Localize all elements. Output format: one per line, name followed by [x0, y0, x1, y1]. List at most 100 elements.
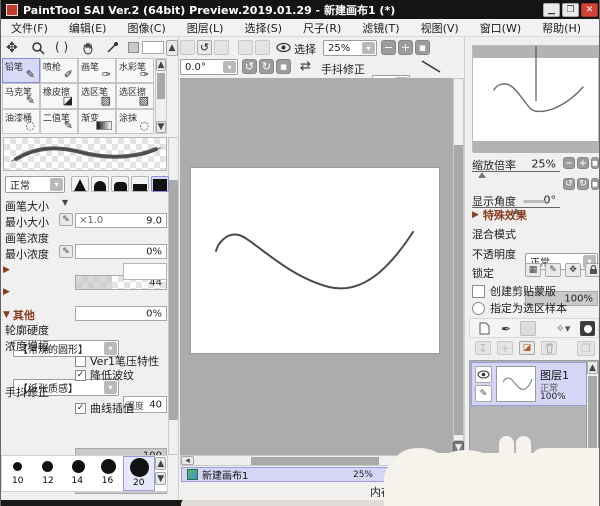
chevron-down-icon[interactable]: ▾ — [50, 178, 63, 191]
copy-layer-button[interactable]: ❐ — [577, 341, 595, 356]
menu-filter[interactable]: 滤镜(T) — [362, 20, 399, 36]
tool-search-field[interactable] — [142, 41, 164, 54]
nav-rotate-reset-button[interactable]: ■ — [591, 178, 599, 190]
tool-smudge[interactable]: 涂抹 ◌ — [116, 108, 154, 134]
grid-scroll-down-button[interactable]: ▼ — [156, 121, 166, 133]
size-preset-14[interactable]: 14 — [63, 456, 93, 491]
delete-layer-button[interactable] — [541, 341, 557, 355]
canvas-hscroll-right-button[interactable]: ▸ — [439, 456, 452, 466]
transfer-down-button[interactable]: ↧ — [475, 341, 491, 355]
layer-item-1[interactable]: ✎ 图层1 正常 100% — [471, 362, 587, 406]
tool-binary-pen[interactable]: 二值笔 ✎ — [40, 108, 78, 134]
layer-edit-button[interactable]: ✎ — [475, 385, 492, 402]
nav-zoom-reset-button[interactable]: ■ — [591, 157, 599, 169]
new-layer-folder-button[interactable] — [520, 321, 536, 336]
clipping-mask-checkbox[interactable] — [472, 284, 485, 298]
zoom-tool-icon[interactable] — [31, 41, 45, 55]
tool-watercolor[interactable]: 水彩笔 ✑ — [116, 58, 154, 84]
layer-list-scrollbar[interactable]: ▲ — [586, 361, 598, 491]
min-size-slider[interactable]: 0% — [75, 244, 167, 259]
zoom-reset-button[interactable]: ■ — [415, 40, 430, 55]
selection-eye-icon[interactable] — [276, 42, 291, 53]
history-button-1[interactable] — [180, 40, 195, 55]
rotate-cw-button[interactable]: ↻ — [259, 59, 274, 74]
nav-rotate-ccw-button[interactable]: ↺ — [563, 178, 575, 190]
eyedropper-tool-icon[interactable] — [105, 41, 119, 55]
navigator-zoom-marker[interactable] — [478, 172, 486, 178]
layer-visibility-button[interactable] — [475, 366, 492, 383]
menu-image[interactable]: 图像(C) — [127, 20, 165, 36]
navigator-zoom-slider[interactable]: 缩放倍率 25% — [472, 157, 560, 178]
grid-scroll-thumb[interactable] — [157, 73, 165, 99]
view-angle-select[interactable]: 0.0° ▾ — [180, 59, 238, 75]
texture-section-arrow-icon[interactable]: ▶ — [3, 287, 10, 297]
curve-interp-checkbox[interactable]: ✓ — [75, 402, 86, 414]
brush-shape-2[interactable] — [91, 176, 109, 192]
menu-view[interactable]: 视图(V) — [421, 20, 459, 36]
tool-gradient[interactable]: 渐变 — [78, 108, 116, 134]
paint-mode-select[interactable]: 正常 ▾ — [5, 176, 65, 193]
invert-selection-button[interactable] — [255, 40, 270, 55]
rotate-reset-button[interactable]: ■ — [276, 59, 291, 74]
brush-size-unit-toggle[interactable]: ▼ — [62, 198, 68, 207]
layer-scroll-up-button[interactable]: ▲ — [587, 361, 598, 374]
menu-file[interactable]: 文件(F) — [11, 20, 48, 36]
brush-grid-scrollbar[interactable]: ▲ ▼ — [155, 58, 167, 134]
canvas-hscroll-left-button[interactable]: ◂ — [181, 456, 194, 466]
menu-ruler[interactable]: 尺子(R) — [303, 20, 341, 36]
color-swatch[interactable] — [128, 42, 139, 53]
maximize-button[interactable]: ❐ — [562, 2, 579, 17]
brush-shape-1[interactable] — [71, 176, 89, 192]
tool-pencil[interactable]: 铅笔 ✎ — [2, 58, 40, 84]
menu-help[interactable]: 帮助(H) — [542, 20, 581, 36]
canvas-viewport[interactable] — [180, 78, 453, 455]
tool-selection-eraser[interactable]: 选区擦 ▧ — [116, 83, 154, 109]
brush-size-slider[interactable]: ×1.0 9.0 — [75, 213, 167, 228]
lock-all-button[interactable] — [585, 263, 599, 277]
menu-select[interactable]: 选择(S) — [244, 20, 282, 36]
shape-section-arrow-icon[interactable]: ▶ — [3, 265, 10, 275]
ruler-tools-button[interactable]: ✧▾ — [554, 321, 572, 336]
brush-shape-strength-box[interactable] — [123, 263, 167, 280]
panel-divider[interactable] — [523, 200, 545, 203]
canvas-vscroll-thumb[interactable] — [454, 145, 463, 435]
tool-marker[interactable]: 马克笔 ✎ — [2, 83, 40, 109]
close-button[interactable]: ✕ — [581, 2, 598, 17]
canvas-tab[interactable]: 新建画布1 25% — [181, 467, 434, 482]
redo-button[interactable] — [214, 40, 229, 55]
selection-source-radio[interactable] — [472, 301, 485, 315]
lock-paint-button[interactable]: ✎ — [545, 263, 561, 277]
canvas-hscrollbar[interactable]: ◂ ▸ — [180, 455, 453, 466]
clipping-mask-row[interactable]: 创建剪贴蒙版 — [472, 283, 556, 299]
reduce-ripple-row[interactable]: ✓ 降低波纹 — [75, 367, 134, 383]
rotate-ccw-button[interactable]: ↺ — [242, 59, 257, 74]
reduce-ripple-checkbox[interactable]: ✓ — [75, 369, 86, 381]
selection-source-row[interactable]: 指定为选区样本 — [472, 300, 567, 316]
hand-tool-icon[interactable] — [81, 41, 95, 55]
curve-interp-row[interactable]: ✓ 曲线插值 — [75, 400, 134, 416]
minimize-button[interactable]: ▁ — [543, 2, 560, 17]
layer-mask-button[interactable] — [580, 321, 595, 336]
special-effects-header[interactable]: ▶ 特殊效果 — [472, 207, 527, 223]
menu-window[interactable]: 窗口(W) — [480, 20, 521, 36]
tool-airbrush[interactable]: 喷枪 ✐ — [40, 58, 78, 84]
canvas-hscroll-thumb[interactable] — [251, 457, 379, 465]
lock-move-button[interactable]: ✥ — [565, 263, 581, 277]
brush-shape-3[interactable] — [111, 176, 129, 192]
left-panel-scrollbar[interactable] — [168, 137, 179, 455]
grid-scroll-up-button[interactable]: ▲ — [156, 59, 166, 71]
menu-edit[interactable]: 编辑(E) — [69, 20, 107, 36]
tool-brush[interactable]: 画笔 ✑ — [78, 58, 116, 84]
menu-layer[interactable]: 图层(L) — [187, 20, 224, 36]
tool-selection-pen[interactable]: 选区笔 ▨ — [78, 83, 116, 109]
brush-shape-4[interactable] — [131, 176, 149, 192]
other-section-header[interactable]: ▼ 其他 — [3, 307, 35, 323]
zoom-in-button[interactable]: + — [398, 40, 413, 55]
undo-button[interactable]: ↺ — [197, 40, 212, 55]
min-density-pen-button[interactable]: ✎ — [59, 245, 73, 258]
clear-layer-button[interactable]: ◪ — [519, 341, 535, 355]
lock-transparency-button[interactable]: ▦ — [525, 263, 541, 277]
size-preset-16[interactable]: 16 — [93, 456, 123, 491]
layer-scroll-thumb[interactable] — [588, 376, 597, 456]
rotate-view-tool-icon[interactable]: ( ) — [55, 40, 68, 54]
